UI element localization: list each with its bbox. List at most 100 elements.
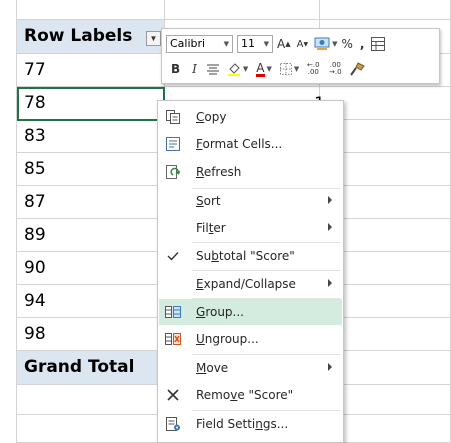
shrink-font-icon: A <box>296 38 304 50</box>
pivot-row-label: 85 <box>24 159 46 179</box>
format-painter-icon <box>350 62 366 76</box>
cell[interactable] <box>17 415 165 443</box>
percent-icon: % <box>341 37 353 51</box>
table-format-icon <box>371 37 386 51</box>
submenu-arrow-icon <box>328 279 332 287</box>
center-align-icon <box>206 64 219 74</box>
group-icon <box>164 303 182 321</box>
menu-item-filter[interactable]: Filter <box>159 215 342 241</box>
comma-style-button[interactable]: , <box>360 37 365 51</box>
menu-item-move[interactable]: Move <box>159 355 342 381</box>
menu-item-label: Copy <box>196 110 227 124</box>
remove-icon <box>164 386 182 404</box>
pivot-row-item[interactable]: 98 <box>17 318 165 351</box>
context-menu: Copy Format Cells... Refresh Sort Filter… <box>157 100 344 443</box>
menu-item-ungroup[interactable]: Ungroup... <box>159 326 342 352</box>
fill-color-icon <box>227 63 240 76</box>
menu-item-copy[interactable]: Copy <box>159 104 342 130</box>
font-color-button[interactable]: A ▼ <box>256 62 272 77</box>
format-painter-button[interactable] <box>349 62 366 76</box>
italic-icon: I <box>192 62 197 76</box>
menu-item-label: Format Cells... <box>196 137 283 151</box>
cell[interactable] <box>17 385 165 415</box>
active-cell-border <box>17 87 165 121</box>
pivot-row-item[interactable]: 87 <box>17 186 165 219</box>
row-header-strip <box>0 0 17 443</box>
row-labels-header[interactable]: Row Labels <box>17 20 165 54</box>
pivot-row-label: 90 <box>24 258 46 278</box>
format-cells-icon <box>164 135 182 153</box>
percent-style-button[interactable]: % <box>341 37 352 51</box>
grow-font-icon: A <box>277 37 286 51</box>
comma-icon: , <box>359 37 365 51</box>
pivot-row-item[interactable]: 83 <box>17 120 165 153</box>
pivot-row-item[interactable]: 89 <box>17 219 165 252</box>
chevron-down-icon: ▼ <box>263 40 269 48</box>
pivot-row-label: 89 <box>24 225 46 245</box>
menu-item-label: Subtotal "Score" <box>196 249 295 263</box>
cell[interactable] <box>320 0 451 20</box>
cell[interactable] <box>165 0 320 20</box>
menu-item-subtotal[interactable]: Subtotal "Score" <box>159 243 342 269</box>
mini-toolbar: Calibri ▼ 11 ▼ A ▲ A ▼ ▼ % , B I ▼ A ▼ ▼… <box>161 28 440 84</box>
borders-button[interactable]: ▼ <box>279 63 299 75</box>
menu-item-label: Group... <box>196 305 244 319</box>
font-size-dropdown[interactable]: 11 ▼ <box>237 35 273 53</box>
menu-item-label: Sort <box>196 194 221 208</box>
mini-toolbar-row-2: B I ▼ A ▼ ▼ ←.0 .00 .00 →.0 <box>166 59 366 79</box>
format-table-button[interactable] <box>371 37 386 51</box>
font-name-dropdown[interactable]: Calibri ▼ <box>166 35 233 53</box>
bold-icon: B <box>171 62 181 76</box>
menu-item-refresh[interactable]: Refresh <box>159 159 342 185</box>
font-color-icon: A <box>256 60 265 77</box>
menu-item-label: Move <box>196 361 229 375</box>
menu-item-sort[interactable]: Sort <box>159 188 342 214</box>
decrease-decimal-icon: .00 →.0 <box>329 61 342 76</box>
accounting-format-button[interactable]: ▼ <box>314 37 337 51</box>
mini-toolbar-row-1: Calibri ▼ 11 ▼ A ▲ A ▼ ▼ % , <box>166 34 386 54</box>
menu-item-expand-collapse[interactable]: Expand/Collapse <box>159 271 342 297</box>
grand-total-label: Grand Total <box>24 357 135 377</box>
ungroup-icon <box>164 330 182 348</box>
increase-decimal-button[interactable]: ←.0 .00 <box>305 62 321 76</box>
submenu-arrow-icon <box>328 223 332 231</box>
pivot-row-label: 98 <box>24 324 46 344</box>
font-name-value: Calibri <box>170 37 206 50</box>
menu-item-group[interactable]: Group... <box>159 299 342 325</box>
menu-item-field-settings[interactable]: Field Settings... <box>159 411 342 437</box>
pivot-row-item[interactable]: 77 <box>17 54 165 87</box>
copy-icon <box>164 108 182 126</box>
chevron-down-icon: ▼ <box>223 40 229 48</box>
shrink-font-button[interactable]: A ▼ <box>297 39 308 50</box>
fill-color-button[interactable]: ▼ <box>227 62 248 76</box>
menu-item-format-cells[interactable]: Format Cells... <box>159 131 342 157</box>
menu-item-label: Ungroup... <box>196 332 259 346</box>
field-settings-icon <box>164 415 182 433</box>
submenu-arrow-icon <box>328 363 332 371</box>
pivot-row-item[interactable]: 90 <box>17 252 165 285</box>
menu-item-remove[interactable]: Remove "Score" <box>159 382 342 408</box>
pivot-row-item[interactable]: 85 <box>17 153 165 186</box>
filter-dropdown-button[interactable]: ▼ <box>146 31 161 46</box>
pivot-row-item[interactable]: 94 <box>17 285 165 318</box>
center-align-button[interactable] <box>206 64 219 75</box>
grow-font-button[interactable]: A ▲ <box>277 37 291 51</box>
submenu-arrow-icon <box>328 196 332 204</box>
check-icon <box>164 247 182 265</box>
grand-total-row[interactable]: Grand Total <box>17 351 165 385</box>
menu-item-label: Remove "Score" <box>196 388 294 402</box>
row-labels-header-text: Row Labels <box>24 26 133 46</box>
pivot-row-label: 94 <box>24 291 46 311</box>
increase-decimal-icon: ←.0 .00 <box>307 61 320 76</box>
pivot-row-label: 87 <box>24 192 46 212</box>
cell[interactable] <box>17 0 165 20</box>
menu-item-label: Refresh <box>196 165 242 179</box>
bold-button[interactable]: B <box>171 62 180 76</box>
menu-item-label: Field Settings... <box>196 417 289 431</box>
font-size-value: 11 <box>241 37 255 50</box>
borders-icon <box>279 63 292 75</box>
italic-button[interactable]: I <box>192 62 197 76</box>
decrease-decimal-button[interactable]: .00 →.0 <box>327 62 343 76</box>
menu-item-label: Expand/Collapse <box>196 277 296 291</box>
refresh-icon <box>164 163 182 181</box>
